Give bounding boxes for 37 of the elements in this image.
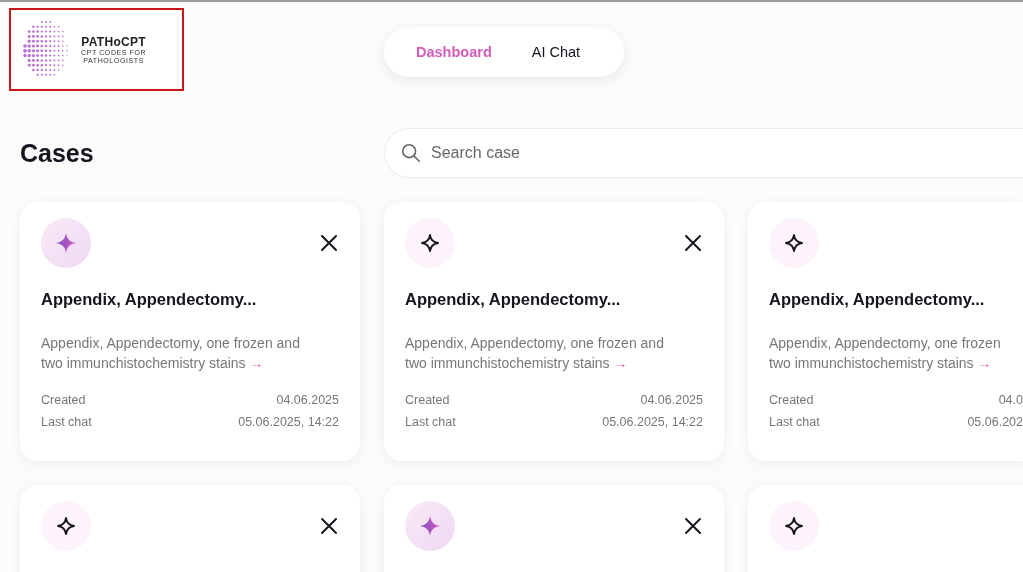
meta-value: 04.0 bbox=[998, 393, 1023, 407]
meta-value: 05.06.2025, 14:22 bbox=[602, 415, 703, 429]
case-card[interactable]: Appendix, Appendectomy... Appendix, Appendectomy, one frozen two immunchistochemistry stains → Created 04.0 Last chat 05.06.202 bbox=[748, 202, 1023, 461]
case-title: Appendix, Appendectomy... bbox=[405, 290, 622, 309]
meta-label: Last chat bbox=[769, 415, 820, 429]
meta-label: Created bbox=[41, 393, 86, 407]
meta-value: 05.06.2025, 14:22 bbox=[238, 415, 339, 429]
case-description: two immunchistochemistry stains → bbox=[405, 354, 629, 373]
logo-name: PATHoCPT bbox=[81, 34, 146, 49]
sparkle-icon bbox=[782, 514, 806, 538]
page-title: Cases bbox=[20, 138, 95, 168]
nav-tab[interactable]: AI Chat bbox=[511, 36, 601, 68]
case-title: Appendix, Appendectomy... bbox=[41, 290, 258, 309]
case-description: two immunchistochemistry stains → bbox=[769, 354, 993, 373]
case-title: Appendix, Appendectomy... bbox=[769, 290, 986, 309]
case-card[interactable]: Appendix, Appendectomy... Appendix, Appendectomy, one frozen and two immunchistochemistry stains → Created 04.06.2025 Last chat 05.06.2025, 14:22 bbox=[20, 202, 360, 461]
arrow-link[interactable]: → bbox=[249, 355, 264, 371]
arrow-link[interactable]: → bbox=[613, 355, 628, 371]
case-description: two immunchistochemistry stains → bbox=[41, 354, 265, 373]
case-card[interactable]: Appendix, Appendectomy... Appendix, Appendectomy, one frozen and two immunchistochemistry stains → Created 04.06.2025 Last chat 05.06.2025, 14:22 bbox=[384, 202, 724, 461]
sparkle-icon bbox=[418, 231, 442, 255]
meta-label: Last chat bbox=[41, 415, 92, 429]
case-description: Appendix, Appendectomy, one frozen and bbox=[41, 334, 301, 353]
meta-label: Created bbox=[769, 393, 814, 407]
meta-label: Last chat bbox=[405, 415, 456, 429]
meta-value: 04.06.2025 bbox=[276, 393, 339, 407]
sparkle-icon bbox=[54, 514, 78, 538]
case-description: Appendix, Appendectomy, one frozen and bbox=[405, 334, 665, 353]
arrow-link[interactable]: → bbox=[977, 355, 992, 371]
nav-tab[interactable]: Dashboard bbox=[396, 36, 512, 68]
meta-value: 05.06.202 bbox=[967, 415, 1023, 429]
search-icon bbox=[400, 142, 422, 164]
case-description: Appendix, Appendectomy, one frozen bbox=[769, 334, 1002, 353]
sparkle-icon bbox=[782, 231, 806, 255]
meta-value: 04.06.2025 bbox=[640, 393, 703, 407]
meta-label: Created bbox=[405, 393, 450, 407]
search-field[interactable]: Search case bbox=[384, 128, 1023, 178]
